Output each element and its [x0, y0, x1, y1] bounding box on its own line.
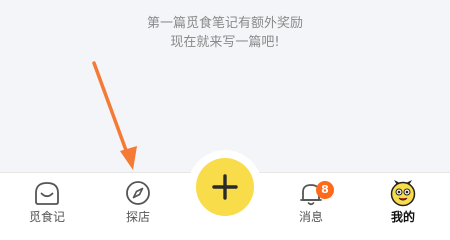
tab-explore[interactable]: 探店	[98, 173, 178, 230]
tab-messages-label: 消息	[298, 210, 323, 224]
yellow-mascot-icon	[390, 180, 416, 207]
smile-face-icon	[35, 182, 59, 205]
plus-icon	[212, 174, 238, 200]
add-note-button[interactable]	[196, 158, 254, 216]
tab-messages[interactable]: 8 消息	[271, 173, 351, 230]
center-add-button-ring	[188, 150, 262, 224]
content-area: 第一篇觅食笔记有额外奖励 现在就来写一篇吧!	[0, 0, 450, 172]
tab-me[interactable]: 我的	[363, 173, 443, 230]
tab-explore-label: 探店	[125, 210, 150, 224]
promo-line-2: 现在就来写一篇吧!	[170, 35, 280, 50]
tab-feed-label: 觅食记	[28, 210, 65, 224]
compass-icon	[126, 181, 150, 205]
promo-message: 第一篇觅食笔记有额外奖励 现在就来写一篇吧!	[0, 14, 450, 52]
tab-me-label: 我的	[390, 210, 415, 224]
unread-badge: 8	[316, 181, 334, 199]
tab-feed[interactable]: 觅食记	[7, 173, 87, 230]
promo-line-1: 第一篇觅食笔记有额外奖励	[146, 16, 303, 31]
